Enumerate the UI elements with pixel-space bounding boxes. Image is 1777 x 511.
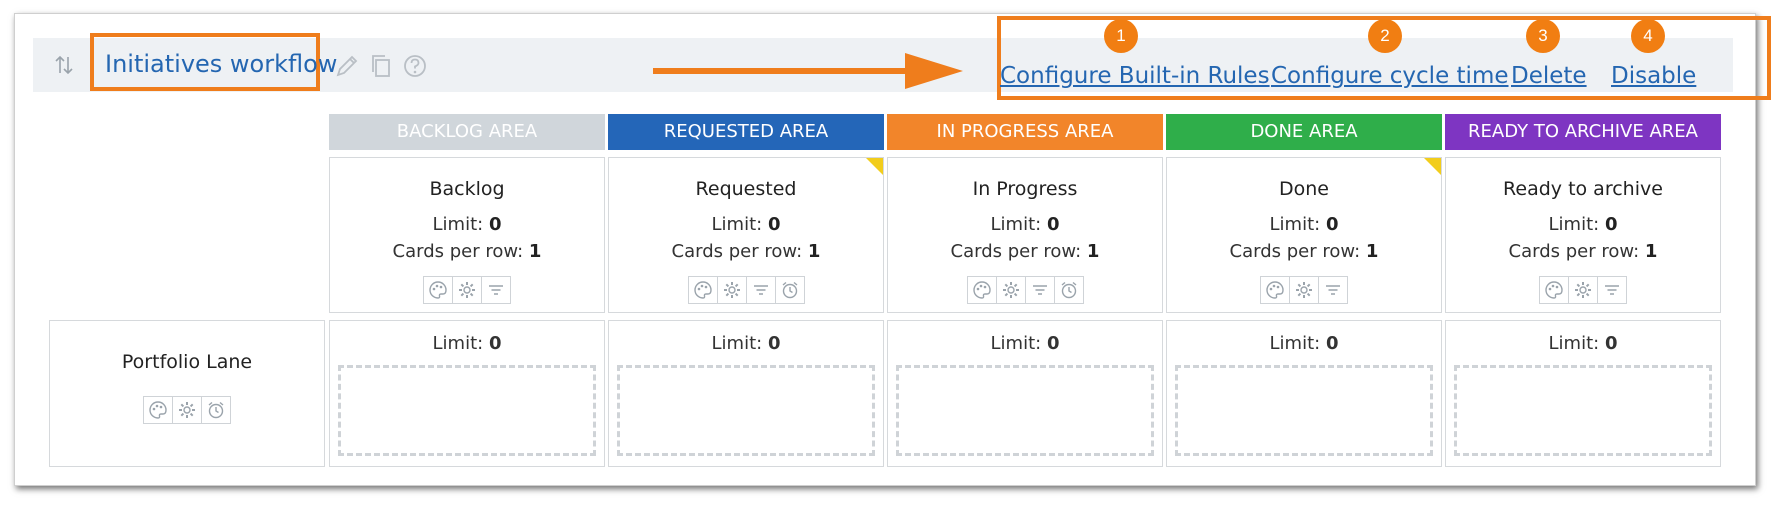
- filter-icon[interactable]: [1598, 277, 1626, 303]
- column-card-ready-to-archive[interactable]: Ready to archive Limit: 0 Cards per row:…: [1445, 157, 1721, 313]
- area-header-requested: REQUESTED AREA: [608, 114, 884, 150]
- gear-icon[interactable]: [1569, 277, 1598, 303]
- callout-badge-2: 2: [1368, 19, 1402, 53]
- filter-icon[interactable]: [1026, 277, 1055, 303]
- lane-name: Portfolio Lane: [121, 351, 253, 373]
- callout-badge-1: 1: [1104, 19, 1138, 53]
- column-cards-per-row: Cards per row: 1: [392, 241, 542, 262]
- cell-limit: Limit: 0: [1548, 333, 1618, 354]
- palette-icon[interactable]: [1261, 277, 1290, 303]
- callout-badge-4: 4: [1631, 19, 1665, 53]
- lane-cell-backlog[interactable]: Limit: 0: [329, 320, 605, 467]
- rule-indicator: [866, 158, 883, 175]
- palette-icon[interactable]: [1540, 277, 1569, 303]
- column-name: Requested: [695, 178, 797, 200]
- gear-icon[interactable]: [997, 277, 1026, 303]
- gear-icon[interactable]: [1290, 277, 1319, 303]
- area-header-in-progress: IN PROGRESS AREA: [887, 114, 1163, 150]
- area-header-done: DONE AREA: [1166, 114, 1442, 150]
- column-tools: [1539, 276, 1627, 304]
- palette-icon[interactable]: [968, 277, 997, 303]
- column-limit: Limit: 0: [990, 214, 1060, 235]
- sort-arrows-icon[interactable]: [53, 54, 75, 76]
- column-limit: Limit: 0: [1269, 214, 1339, 235]
- delete-link[interactable]: Delete: [1511, 58, 1587, 94]
- workflow-panel: Initiatives workflow 1 Configure Built-i…: [14, 13, 1771, 486]
- gear-icon[interactable]: [173, 397, 202, 423]
- column-name: Backlog: [429, 178, 505, 200]
- column-name: Ready to archive: [1503, 178, 1663, 200]
- column-cards-per-row: Cards per row: 1: [1508, 241, 1658, 262]
- lane-cell-done[interactable]: Limit: 0: [1166, 320, 1442, 467]
- column-tools: [688, 276, 805, 304]
- lane-tools: [143, 396, 231, 424]
- palette-icon[interactable]: [424, 277, 453, 303]
- column-card-requested[interactable]: Requested Limit: 0 Cards per row: 1: [608, 157, 884, 313]
- area-header-backlog: BACKLOG AREA: [329, 114, 605, 150]
- cell-limit: Limit: 0: [990, 333, 1060, 354]
- palette-icon[interactable]: [144, 397, 173, 423]
- column-card-backlog[interactable]: Backlog Limit: 0 Cards per row: 1: [329, 157, 605, 313]
- card-drop-zone[interactable]: [1454, 365, 1712, 456]
- column-card-in-progress[interactable]: In Progress Limit: 0 Cards per row: 1: [887, 157, 1163, 313]
- card-drop-zone[interactable]: [338, 365, 596, 456]
- lane-cell-in-progress[interactable]: Limit: 0: [887, 320, 1163, 467]
- palette-icon[interactable]: [689, 277, 718, 303]
- workflow-title[interactable]: Initiatives workflow: [105, 44, 337, 84]
- help-icon[interactable]: [401, 52, 429, 80]
- column-card-done[interactable]: Done Limit: 0 Cards per row: 1: [1166, 157, 1442, 313]
- column-tools: [967, 276, 1084, 304]
- rule-indicator: [1424, 158, 1441, 175]
- gear-icon[interactable]: [718, 277, 747, 303]
- card-drop-zone[interactable]: [617, 365, 875, 456]
- column-cards-per-row: Cards per row: 1: [950, 241, 1100, 262]
- configure-cycle-time-link[interactable]: Configure cycle time: [1271, 58, 1509, 94]
- alarm-clock-icon[interactable]: [1055, 277, 1083, 303]
- column-cards-per-row: Cards per row: 1: [1229, 241, 1379, 262]
- column-name: In Progress: [972, 178, 1078, 200]
- card-drop-zone[interactable]: [896, 365, 1154, 456]
- pencil-icon[interactable]: [333, 52, 361, 80]
- callout-arrow: [653, 51, 963, 91]
- column-limit: Limit: 0: [711, 214, 781, 235]
- alarm-clock-icon[interactable]: [776, 277, 804, 303]
- filter-icon[interactable]: [482, 277, 510, 303]
- column-limit: Limit: 0: [432, 214, 502, 235]
- lane-cell-requested[interactable]: Limit: 0: [608, 320, 884, 467]
- cell-limit: Limit: 0: [1269, 333, 1339, 354]
- filter-icon[interactable]: [1319, 277, 1347, 303]
- filter-icon[interactable]: [747, 277, 776, 303]
- alarm-clock-icon[interactable]: [202, 397, 230, 423]
- column-tools: [423, 276, 511, 304]
- cell-limit: Limit: 0: [711, 333, 781, 354]
- column-limit: Limit: 0: [1548, 214, 1618, 235]
- area-header-ready-to-archive: READY TO ARCHIVE AREA: [1445, 114, 1721, 150]
- callout-badge-3: 3: [1526, 19, 1560, 53]
- configure-built-in-rules-link[interactable]: Configure Built-in Rules: [1000, 58, 1270, 94]
- copy-icon[interactable]: [367, 52, 395, 80]
- cell-limit: Limit: 0: [432, 333, 502, 354]
- column-tools: [1260, 276, 1348, 304]
- disable-link[interactable]: Disable: [1611, 58, 1696, 94]
- card-drop-zone[interactable]: [1175, 365, 1433, 456]
- lane-card-portfolio[interactable]: Portfolio Lane: [49, 320, 325, 467]
- column-name: Done: [1279, 178, 1329, 200]
- column-cards-per-row: Cards per row: 1: [671, 241, 821, 262]
- gear-icon[interactable]: [453, 277, 482, 303]
- lane-cell-ready-to-archive[interactable]: Limit: 0: [1445, 320, 1721, 467]
